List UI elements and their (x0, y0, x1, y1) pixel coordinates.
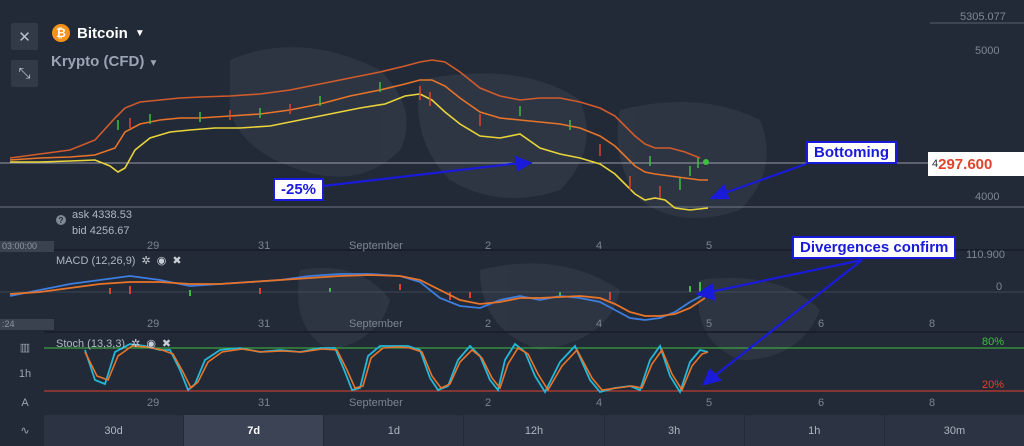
timeframe-button[interactable]: 1h (12, 364, 38, 384)
drawing-tool-icon: A (21, 397, 29, 409)
macd-x-tick: September (349, 318, 403, 330)
period-3h[interactable]: 3h (605, 415, 745, 446)
main-x-tick: 2 (485, 240, 492, 252)
chart-workspace: ✕ ⤡ ₿ Bitcoin ▼ Krypto (CFD) ▼ 5305.077 … (0, 0, 1024, 446)
chart-type-icon: ▥ (19, 341, 31, 354)
stoch-x-tick: September (349, 397, 403, 409)
current-price-value: 297.600 (938, 155, 993, 173)
macd-label: MACD (12,26,9) (56, 254, 136, 267)
asset-category-selector[interactable]: Krypto (CFD) ▼ (51, 53, 158, 70)
main-x-tick: 31 (258, 240, 271, 252)
asset-selector[interactable]: ₿ Bitcoin ▼ (52, 24, 145, 42)
period-selector: 30d 7d 1d 12h 3h 1h 30m (44, 415, 1024, 446)
macd-x-tick: 31 (258, 318, 271, 330)
stoch-k-line (84, 342, 709, 395)
asset-title: Bitcoin (77, 24, 128, 42)
stoch-x-tick: 29 (147, 397, 160, 409)
chevron-down-icon: ▼ (134, 27, 145, 39)
remove-icon[interactable]: ✖ (172, 254, 181, 267)
period-12h[interactable]: 12h (464, 415, 605, 446)
expand-icon: ⤡ (18, 65, 31, 82)
main-x-tick: 29 (147, 240, 160, 252)
stoch-label: Stoch (13,3,3) (56, 337, 126, 350)
main-x-tick: 5 (706, 240, 713, 252)
indicators-icon: ∿ (20, 424, 30, 437)
main-time-chip: 03:00:00 (0, 241, 54, 252)
candlesticks (117, 82, 699, 190)
macd-indicator-header: MACD (12,26,9) ✲ ◉ ✖ (56, 254, 182, 268)
stoch-x-tick: 31 (258, 397, 271, 409)
macd-zero-label: 0 (996, 281, 1003, 293)
visibility-icon[interactable]: ◉ (146, 337, 156, 350)
period-1d[interactable]: 1d (324, 415, 465, 446)
chevron-down-icon: ▼ (148, 58, 159, 69)
annotation-bottoming: Bottoming (806, 141, 897, 164)
close-chart-button[interactable]: ✕ (11, 23, 38, 50)
current-price-tag: 4 297.600 (928, 152, 1024, 176)
macd-x-tick: 5 (706, 318, 713, 330)
visibility-icon[interactable]: ◉ (157, 254, 167, 267)
macd-time-chip: :24 (0, 319, 54, 330)
drawing-tools-button[interactable]: A (12, 393, 38, 413)
main-x-tick: September (349, 240, 403, 252)
stoch-upper-level: 80% (982, 336, 1005, 348)
price-axis-4000: 4000 (975, 191, 1000, 203)
remove-icon[interactable]: ✖ (162, 337, 171, 350)
macd-x-tick: 2 (485, 318, 492, 330)
stoch-x-tick: 2 (485, 397, 492, 409)
indicators-button[interactable]: ∿ (12, 420, 38, 440)
settings-icon[interactable]: ✲ (141, 254, 150, 267)
settings-icon[interactable]: ✲ (131, 337, 140, 350)
bitcoin-logo-icon: ₿ (52, 24, 70, 42)
macd-x-tick: 8 (929, 318, 936, 330)
period-7d[interactable]: 7d (184, 415, 325, 446)
stoch-x-tick: 5 (706, 397, 713, 409)
stoch-x-tick: 4 (596, 397, 603, 409)
asset-category: Krypto (CFD) (51, 53, 145, 70)
price-axis-top-label: 5305.077 (960, 11, 1006, 23)
stoch-x-tick: 6 (818, 397, 825, 409)
price-axis-5000: 5000 (975, 45, 1000, 57)
period-1h[interactable]: 1h (745, 415, 885, 446)
help-icon[interactable]: ? (56, 215, 66, 225)
macd-x-tick: 6 (818, 318, 825, 330)
world-map-background (230, 47, 820, 360)
period-30d[interactable]: 30d (44, 415, 185, 446)
timeframe-label: 1h (18, 368, 32, 380)
chart-type-button[interactable]: ▥ (12, 337, 38, 357)
bid-price: bid 4256.67 (72, 225, 130, 237)
annotation-drop-percent: -25% (273, 178, 325, 201)
stoch-x-tick: 8 (929, 397, 936, 409)
close-icon: ✕ (18, 28, 31, 46)
ask-price: ask 4338.53 (72, 209, 132, 221)
macd-x-tick: 4 (596, 318, 603, 330)
stoch-lower-level: 20% (982, 379, 1005, 391)
main-x-tick: 4 (596, 240, 603, 252)
period-30m[interactable]: 30m (885, 415, 1024, 446)
macd-value-label: 110.900 (966, 249, 1005, 261)
macd-x-tick: 29 (147, 318, 160, 330)
annotation-divergences: Divergences confirm (792, 236, 957, 259)
expand-chart-button[interactable]: ⤡ (11, 60, 38, 87)
stoch-indicator-header: Stoch (13,3,3) ✲ ◉ ✖ (56, 337, 171, 351)
